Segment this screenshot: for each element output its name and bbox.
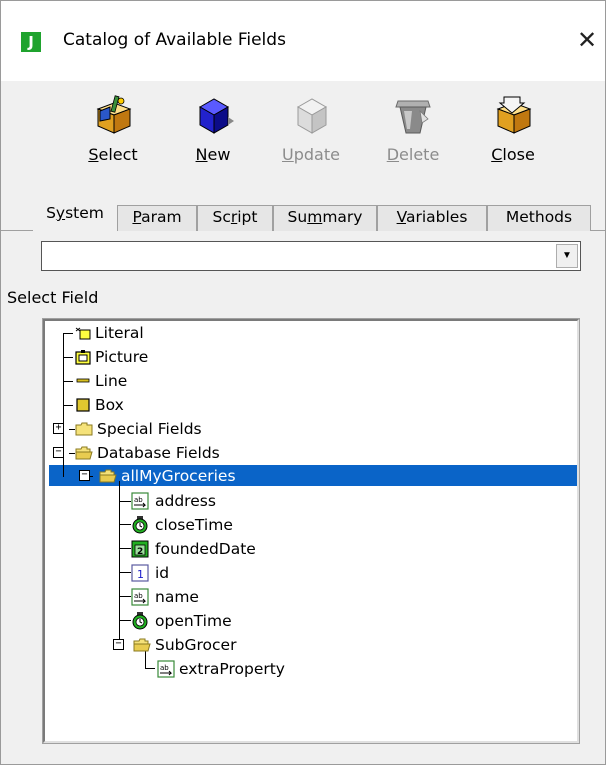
app-icon: J [21, 32, 41, 52]
svg-text:2: 2 [137, 547, 143, 557]
delete-button[interactable]: Delete [373, 93, 453, 189]
gray-cube-icon [296, 98, 328, 134]
tree-item-extraproperty[interactable]: ab extraProperty [45, 658, 345, 680]
svg-text:ab: ab [134, 592, 143, 600]
text-field-icon: ab [131, 492, 149, 510]
tree-item-database-fields[interactable]: − Database Fields [45, 442, 345, 464]
tab-system[interactable]: System [33, 201, 117, 232]
select-box-icon [96, 95, 132, 134]
collapse-database-fields-toggle[interactable]: − [53, 447, 64, 458]
box-arrow-icon [496, 96, 532, 134]
time-field-icon [132, 612, 148, 630]
tree-item-allmygroceries[interactable]: − allMyGroceries [45, 465, 575, 487]
svg-text:ab: ab [160, 664, 169, 672]
tab-variables[interactable]: Variables [377, 205, 487, 231]
tree-item-subgrocer[interactable]: − SubGrocer [45, 634, 345, 656]
tree-item-literal[interactable]: Literal [45, 322, 345, 344]
blue-cube-icon [198, 98, 234, 134]
close-label: Close [491, 145, 535, 164]
time-field-icon [132, 516, 148, 534]
tab-param[interactable]: Param [117, 205, 197, 231]
field-type-dropdown[interactable]: ▼ [41, 241, 581, 271]
open-folder-icon [75, 446, 93, 460]
tree-item-line[interactable]: Line [45, 370, 345, 392]
tab-script[interactable]: Script [197, 205, 273, 231]
title-bar: J Catalog of Available Fields ✕ [1, 1, 605, 81]
tree-item-foundeddate[interactable]: 2 foundedDate [45, 538, 345, 560]
tab-summary[interactable]: Summary [273, 205, 377, 231]
date-field-icon: 2 [131, 540, 149, 558]
box-icon [76, 398, 90, 412]
catalog-window: J Catalog of Available Fields ✕ Select N… [0, 0, 606, 765]
collapse-subgrocer-toggle[interactable]: − [113, 639, 124, 650]
tree-item-special-fields[interactable]: + Special Fields [45, 418, 345, 440]
picture-icon [75, 350, 91, 365]
expand-special-fields-toggle[interactable]: + [53, 423, 64, 434]
new-label: New [195, 145, 231, 164]
field-tree[interactable]: Literal Picture Line Box + Special Field… [42, 318, 580, 744]
trash-bin-icon [395, 100, 431, 134]
close-button[interactable]: Close [473, 93, 553, 189]
line-icon [76, 378, 90, 383]
collapse-allmygroceries-toggle[interactable]: − [79, 470, 90, 481]
open-folder-icon [133, 638, 151, 652]
text-field-icon: ab [157, 660, 175, 678]
delete-label: Delete [386, 145, 440, 164]
literal-icon [75, 327, 91, 340]
dropdown-arrow-button[interactable]: ▼ [556, 244, 578, 268]
tree-item-opentime[interactable]: openTime [45, 610, 345, 632]
update-button[interactable]: Update [271, 93, 351, 189]
tab-strip: System Param Script Summary Variables Me… [1, 201, 605, 232]
select-button[interactable]: Select [73, 93, 153, 189]
new-button[interactable]: New [173, 93, 253, 189]
svg-text:1: 1 [137, 568, 144, 581]
tree-item-picture[interactable]: Picture [45, 346, 345, 368]
toolbar: Select New Update Delete Close [1, 81, 605, 191]
svg-text:ab: ab [134, 496, 143, 504]
select-field-label: Select Field [7, 288, 99, 307]
tree-item-address[interactable]: ab address [45, 490, 345, 512]
select-label: Select [88, 145, 138, 164]
tab-methods[interactable]: Methods [487, 205, 591, 231]
tree-item-id[interactable]: 1 id [45, 562, 345, 584]
close-window-button[interactable]: ✕ [573, 26, 601, 54]
tree-item-closetime[interactable]: closeTime [45, 514, 345, 536]
open-folder-icon [99, 469, 117, 483]
folder-icon [75, 422, 93, 436]
tree-item-name[interactable]: ab name [45, 586, 345, 608]
tree-item-box[interactable]: Box [45, 394, 345, 416]
update-label: Update [282, 145, 340, 164]
number-field-icon: 1 [131, 564, 149, 582]
text-field-icon: ab [131, 588, 149, 606]
window-title: Catalog of Available Fields [63, 30, 286, 50]
